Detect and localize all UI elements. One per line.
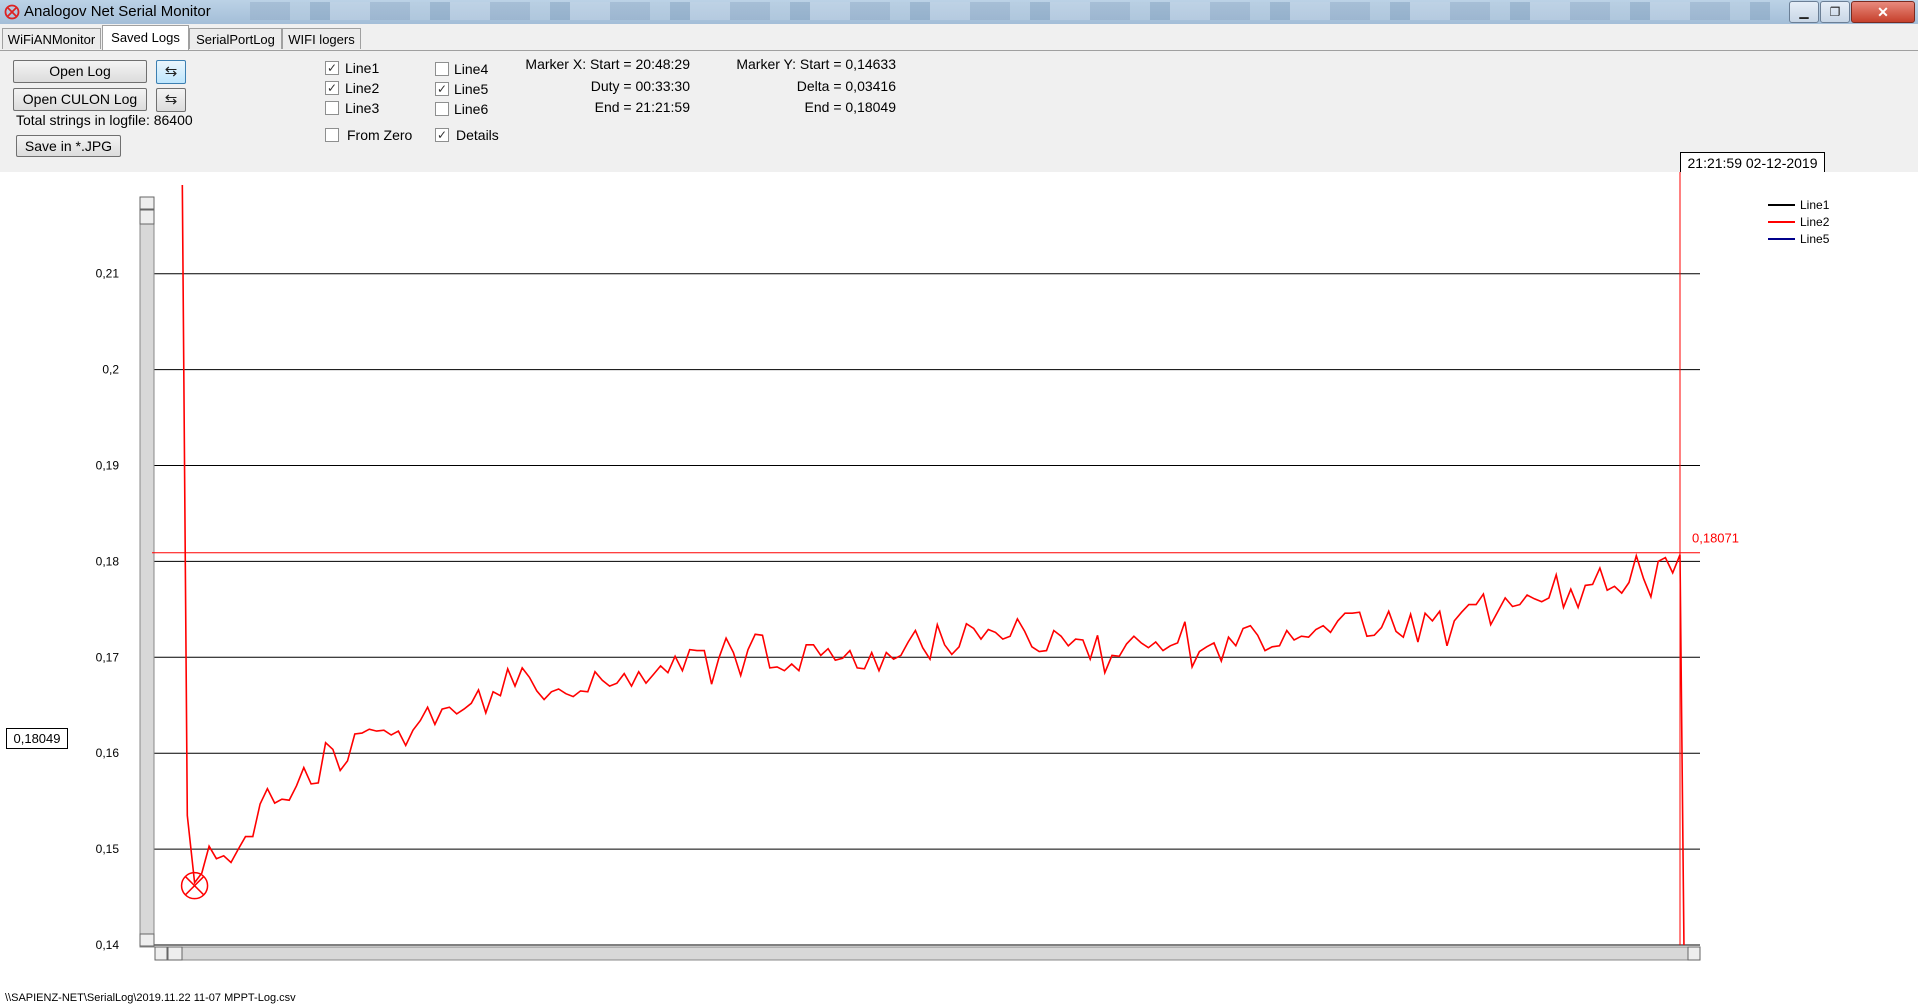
scrollbar-up-button <box>139 209 155 225</box>
marker-y-start: Marker Y: Start = 0,14633 <box>736 56 896 72</box>
marker-x-duty: Duty = 00:33:30 <box>590 78 690 94</box>
status-bar: \\SAPIENZ-NET\SerialLog\2019.11.22 11-07… <box>0 990 1918 1008</box>
checkbox-line6[interactable] <box>435 102 449 116</box>
maximize-button[interactable]: ❐ <box>1820 1 1850 23</box>
y-marker-value-box: 0,18049 <box>6 728 68 749</box>
marker-y-delta: Delta = 0,03416 <box>796 78 896 94</box>
tab-wifianmonitor[interactable]: WiFiANMonitor <box>2 28 101 49</box>
y-tick-label: 0,18 <box>96 554 120 568</box>
minimize-icon: ▁ <box>1799 5 1809 19</box>
checkbox-from-zero-label: From Zero <box>347 127 413 143</box>
window-title: Analogov Net Serial Monitor <box>24 3 211 20</box>
checkbox-details[interactable]: ✓ <box>435 128 449 142</box>
restore-icon: ❐ <box>1829 5 1841 19</box>
y-tick-label: 0,2 <box>102 363 119 377</box>
scrollbar-left-button <box>154 946 168 961</box>
refresh-log-button[interactable]: ⇆ <box>156 60 186 84</box>
marker-value-label: 0,18071 <box>1692 531 1739 546</box>
tab-strip: WiFiANMonitor Saved Logs SerialPortLog W… <box>0 24 1918 51</box>
checkbox-line2[interactable]: ✓ <box>325 81 339 95</box>
horizontal-scrollbar <box>154 946 1701 961</box>
refresh-icon: ⇆ <box>164 91 178 108</box>
checkbox-line2-label: Line2 <box>345 80 380 96</box>
legend-label: Line2 <box>1800 215 1830 229</box>
log-file-path: \\SAPIENZ-NET\SerialLog\2019.11.22 11-07… <box>5 992 296 1004</box>
marker-x-end: End = 21:21:59 <box>594 99 690 115</box>
tab-wifi-logers[interactable]: WIFI logers <box>282 28 361 49</box>
legend-label: Line1 <box>1800 198 1830 212</box>
controls-panel: Open Log ⇆ Open CULON Log ⇆ Total string… <box>0 51 1918 172</box>
y-tick-label: 0,15 <box>96 842 120 856</box>
title-bar: Analogov Net Serial Monitor ▁ ❐ ✕ <box>0 0 1918 24</box>
save-jpg-button[interactable]: Save in *.JPG <box>16 135 121 157</box>
tab-serialportlog[interactable]: SerialPortLog <box>189 28 282 49</box>
close-button[interactable]: ✕ <box>1851 1 1915 23</box>
app-logo-icon <box>4 4 20 20</box>
total-strings-label: Total strings in logfile: 86400 <box>16 112 193 128</box>
close-icon: ✕ <box>1877 4 1889 20</box>
open-culon-log-button[interactable]: Open CULON Log <box>13 88 147 111</box>
refresh-culon-button[interactable]: ⇆ <box>156 88 186 112</box>
checkbox-line1-label: Line1 <box>345 60 380 76</box>
chart-area[interactable]: 0,21 0,2 0,19 0,18 0,17 0,16 0,15 0,14 0,18071 Li… <box>0 172 1918 987</box>
checkbox-line5-label: Line5 <box>454 81 489 97</box>
y-tick-label: 0,16 <box>96 746 120 760</box>
checkbox-line4-label: Line4 <box>454 61 489 77</box>
checkbox-line3[interactable] <box>325 101 339 115</box>
refresh-icon: ⇆ <box>164 63 178 80</box>
y-tick-label: 0,19 <box>96 459 120 473</box>
checkbox-line4[interactable] <box>435 62 449 76</box>
y-tick-label: 0,21 <box>96 267 120 281</box>
minimize-button[interactable]: ▁ <box>1789 1 1819 23</box>
checkbox-line5[interactable]: ✓ <box>435 82 449 96</box>
checkbox-line3-label: Line3 <box>345 100 380 116</box>
checkbox-details-label: Details <box>456 127 499 143</box>
checkbox-line1[interactable]: ✓ <box>325 61 339 75</box>
scrollbar-down-button <box>139 933 155 947</box>
legend-label: Line5 <box>1800 232 1830 246</box>
checkbox-line6-label: Line6 <box>454 101 489 117</box>
y-tick-label: 0,14 <box>96 938 120 952</box>
marker-x-start: Marker X: Start = 20:48:29 <box>525 56 690 72</box>
scrollbar-prev-button <box>167 946 183 961</box>
vertical-scrollbar <box>139 196 155 948</box>
scrollbar-top-button <box>139 196 155 210</box>
open-log-button[interactable]: Open Log <box>13 60 147 83</box>
scrollbar-right-button <box>1687 946 1701 961</box>
line-chart[interactable]: 0,21 0,2 0,19 0,18 0,17 0,16 0,15 0,14 0,18071 Li… <box>0 172 1918 987</box>
tab-saved-logs[interactable]: Saved Logs <box>102 25 189 50</box>
marker-y-end: End = 0,18049 <box>804 99 896 115</box>
blurred-taskbar-background <box>250 2 1770 20</box>
y-tick-label: 0,17 <box>96 650 120 664</box>
datetime-display: 21:21:59 02-12-2019 <box>1680 152 1825 174</box>
checkbox-from-zero[interactable] <box>325 128 339 142</box>
